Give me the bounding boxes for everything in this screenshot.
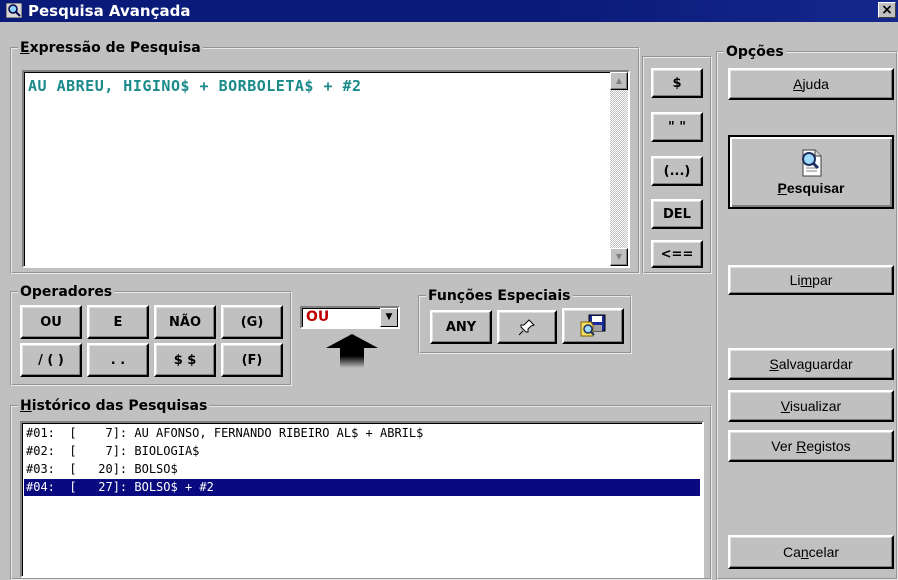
cancel-button-label: Cancelar [782,544,840,560]
save-search-button[interactable] [562,308,624,344]
close-icon: × [881,2,893,18]
scroll-down-icon[interactable]: ▼ [610,248,628,266]
view-records-button[interactable]: Ver Registos [728,430,894,462]
search-button-label: Pesquisar [777,180,845,196]
operator-select[interactable]: OU ▼ [300,306,400,329]
save-search-icon [580,314,606,337]
search-document-icon [802,149,822,177]
up-arrow-icon[interactable] [326,334,378,368]
expression-group-label-rest: xpressão de Pesquisa [29,40,201,56]
quotes-button[interactable]: " " [651,112,703,142]
view-records-button-label: Ver Registos [771,438,851,454]
close-button[interactable]: × [878,2,896,18]
history-group-label-rest: istórico das Pesquisas [31,398,208,414]
options-group: Opções [716,44,898,580]
view-button-label: Visualizar [780,398,842,414]
search-window-icon [6,3,22,18]
op-paren-button[interactable]: / ( ) [20,343,82,377]
operator-select-value: OU [306,309,330,325]
special-functions-label: Funções Especiais [428,288,571,304]
op-field-button[interactable]: (F) [221,343,283,377]
scroll-up-icon[interactable]: ▲ [610,72,628,90]
history-row[interactable]: #02: [ 7]: BIOLOGIA$ [24,443,700,460]
options-group-label: Opções [726,44,784,60]
delete-button[interactable]: DEL [651,199,703,229]
pin-button[interactable] [497,310,557,344]
save-button-label: Salvaguardar [769,356,853,372]
title-bar: Pesquisa Avançada × [0,0,898,22]
op-dollar-button[interactable]: $ $ [154,343,216,377]
pin-icon [518,319,535,336]
op-group-button[interactable]: (G) [221,305,283,339]
history-row-selected[interactable]: #04: [ 27]: BOLSO$ + #2 [24,479,700,496]
op-and-button[interactable]: E [87,305,149,339]
window-title: Pesquisa Avançada [28,2,191,20]
op-range-button[interactable]: . . [87,343,149,377]
help-button-label: Ajuda [793,76,829,92]
cancel-button[interactable]: Cancelar [728,535,894,569]
save-button[interactable]: Salvaguardar [728,348,894,380]
search-button[interactable]: Pesquisar [728,135,894,209]
expression-value: AU ABREU, HIGINO$ + BORBOLETA$ + #2 [28,77,362,95]
expression-input[interactable]: AU ABREU, HIGINO$ + BORBOLETA$ + #2 ▲ ▼ [22,70,630,268]
history-list[interactable]: #01: [ 7]: AU AFONSO, FERNANDO RIBEIRO A… [20,421,704,578]
parentheses-button[interactable]: (...) [651,156,703,186]
help-button[interactable]: Ajuda [728,68,894,100]
view-button[interactable]: Visualizar [728,390,894,422]
history-row[interactable]: #01: [ 7]: AU AFONSO, FERNANDO RIBEIRO A… [24,425,700,442]
history-group-label: Histórico das Pesquisas [20,398,208,414]
op-not-button[interactable]: NÃO [154,305,216,339]
clear-button[interactable]: Limpar [728,265,894,295]
history-row[interactable]: #03: [ 20]: BOLSO$ [24,461,700,478]
clear-button-label: Limpar [789,272,833,288]
any-button[interactable]: ANY [430,310,492,344]
dropdown-arrow-icon[interactable]: ▼ [380,308,398,327]
expression-group-label: Expressão de Pesquisa [20,40,201,56]
op-or-button[interactable]: OU [20,305,82,339]
dollar-button[interactable]: $ [651,68,703,98]
backspace-button[interactable]: <== [651,240,703,268]
expression-scrollbar[interactable]: ▲ ▼ [610,72,628,266]
operators-group-label: Operadores [20,284,113,300]
